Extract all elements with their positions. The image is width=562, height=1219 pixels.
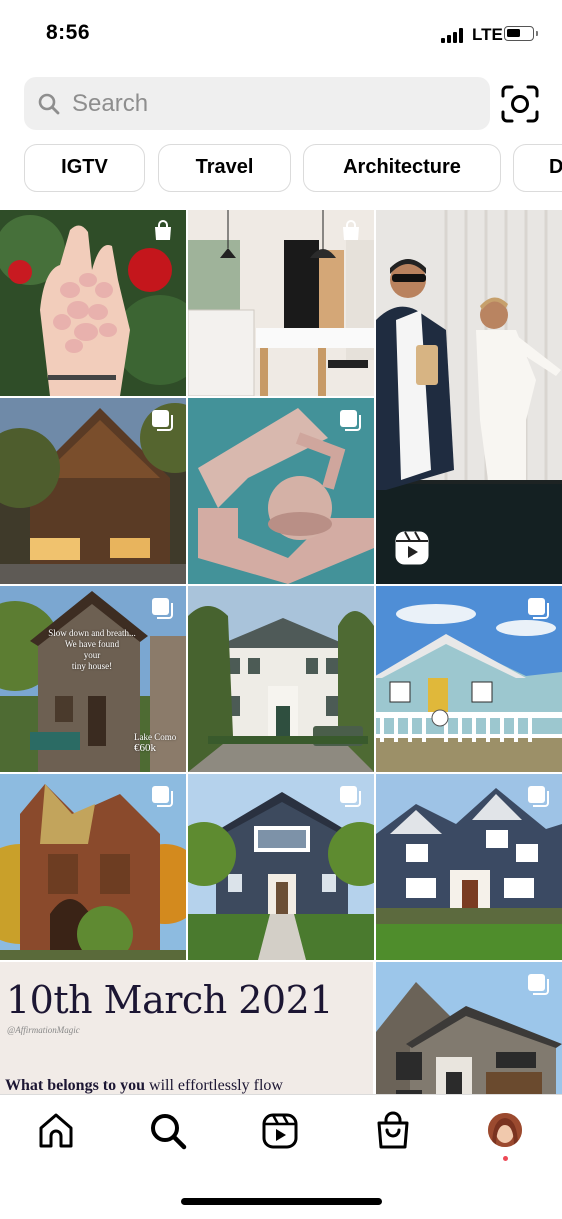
carousel-icon	[152, 786, 173, 807]
carousel-icon	[152, 410, 173, 431]
carousel-icon	[528, 786, 549, 807]
scan-icon[interactable]	[500, 84, 540, 124]
chip-partial[interactable]: D	[513, 144, 562, 192]
affirmation-post-title: 10th March 2021	[6, 978, 333, 1022]
grid-tile-lake-como[interactable]: Slow down and breath... We have found your…	[0, 586, 186, 772]
reels-icon[interactable]	[260, 1111, 300, 1151]
mansion-image	[188, 586, 374, 772]
search-icon	[38, 93, 60, 115]
grid-tile-victorian[interactable]	[0, 774, 186, 960]
carousel-icon	[528, 598, 549, 619]
cellular-signal-icon	[441, 28, 465, 43]
carousel-icon	[340, 786, 361, 807]
search-placeholder: Search	[72, 90, 149, 117]
status-bar: 8:56 LTE	[0, 0, 562, 66]
home-indicator	[181, 1198, 382, 1205]
avatar-image	[488, 1113, 522, 1147]
grid-tile-stone-modern[interactable]	[376, 962, 562, 1094]
grid-tile-blue-cottage[interactable]	[376, 586, 562, 772]
reels-icon	[395, 531, 429, 565]
clock: 8:56	[46, 21, 91, 44]
lake-como-caption: Slow down and breath... We have found your…	[48, 628, 136, 671]
search-input[interactable]: Search	[24, 77, 490, 130]
shop-icon[interactable]	[373, 1111, 413, 1151]
grid-tile-mansion[interactable]	[188, 586, 374, 772]
battery-icon	[504, 26, 538, 41]
grid-tile-quartz[interactable]	[0, 210, 186, 396]
chip-igtv[interactable]: IGTV	[24, 144, 145, 192]
grid-tile-pool-sofa[interactable]	[188, 398, 374, 584]
grid-tile-couple-reel[interactable]	[376, 210, 562, 584]
explore-grid: Slow down and breath... We have found your…	[0, 210, 562, 1094]
affirmation-post-body: What belongs to you will effortlessly fl…	[5, 1077, 283, 1094]
grid-tile-kitchen[interactable]	[188, 210, 374, 396]
couple-reel-image	[376, 210, 562, 584]
profile-avatar[interactable]	[488, 1113, 522, 1147]
shopping-bag-icon	[343, 220, 359, 240]
affirmation-post-body-bold: What belongs to you	[5, 1077, 146, 1094]
grid-tile-farmhouse[interactable]	[188, 774, 374, 960]
affirmation-post-handle: @AffirmationMagic	[7, 1025, 80, 1035]
notification-dot	[503, 1156, 508, 1161]
network-label: LTE	[472, 25, 503, 44]
chip-travel[interactable]: Travel	[158, 144, 291, 192]
grid-tile-affirmation-post[interactable]: 10th March 2021 @AffirmationMagic What b…	[0, 962, 373, 1094]
search-icon[interactable]	[148, 1111, 188, 1151]
carousel-icon	[152, 598, 173, 619]
lake-como-price: Lake Como €60k	[134, 732, 177, 754]
affirmation-post-body-rest: will effortlessly flow	[145, 1077, 283, 1094]
carousel-icon	[340, 410, 361, 431]
grid-tile-craftsman[interactable]	[376, 774, 562, 960]
carousel-icon	[528, 974, 549, 995]
shopping-bag-icon	[155, 220, 171, 240]
affirmation-post-background: 10th March 2021 @AffirmationMagic What b…	[0, 962, 373, 1094]
topic-chips: IGTV Travel Architecture D	[0, 143, 562, 195]
chip-architecture[interactable]: Architecture	[303, 144, 501, 192]
home-icon[interactable]	[36, 1111, 76, 1151]
grid-tile-chalet[interactable]	[0, 398, 186, 584]
